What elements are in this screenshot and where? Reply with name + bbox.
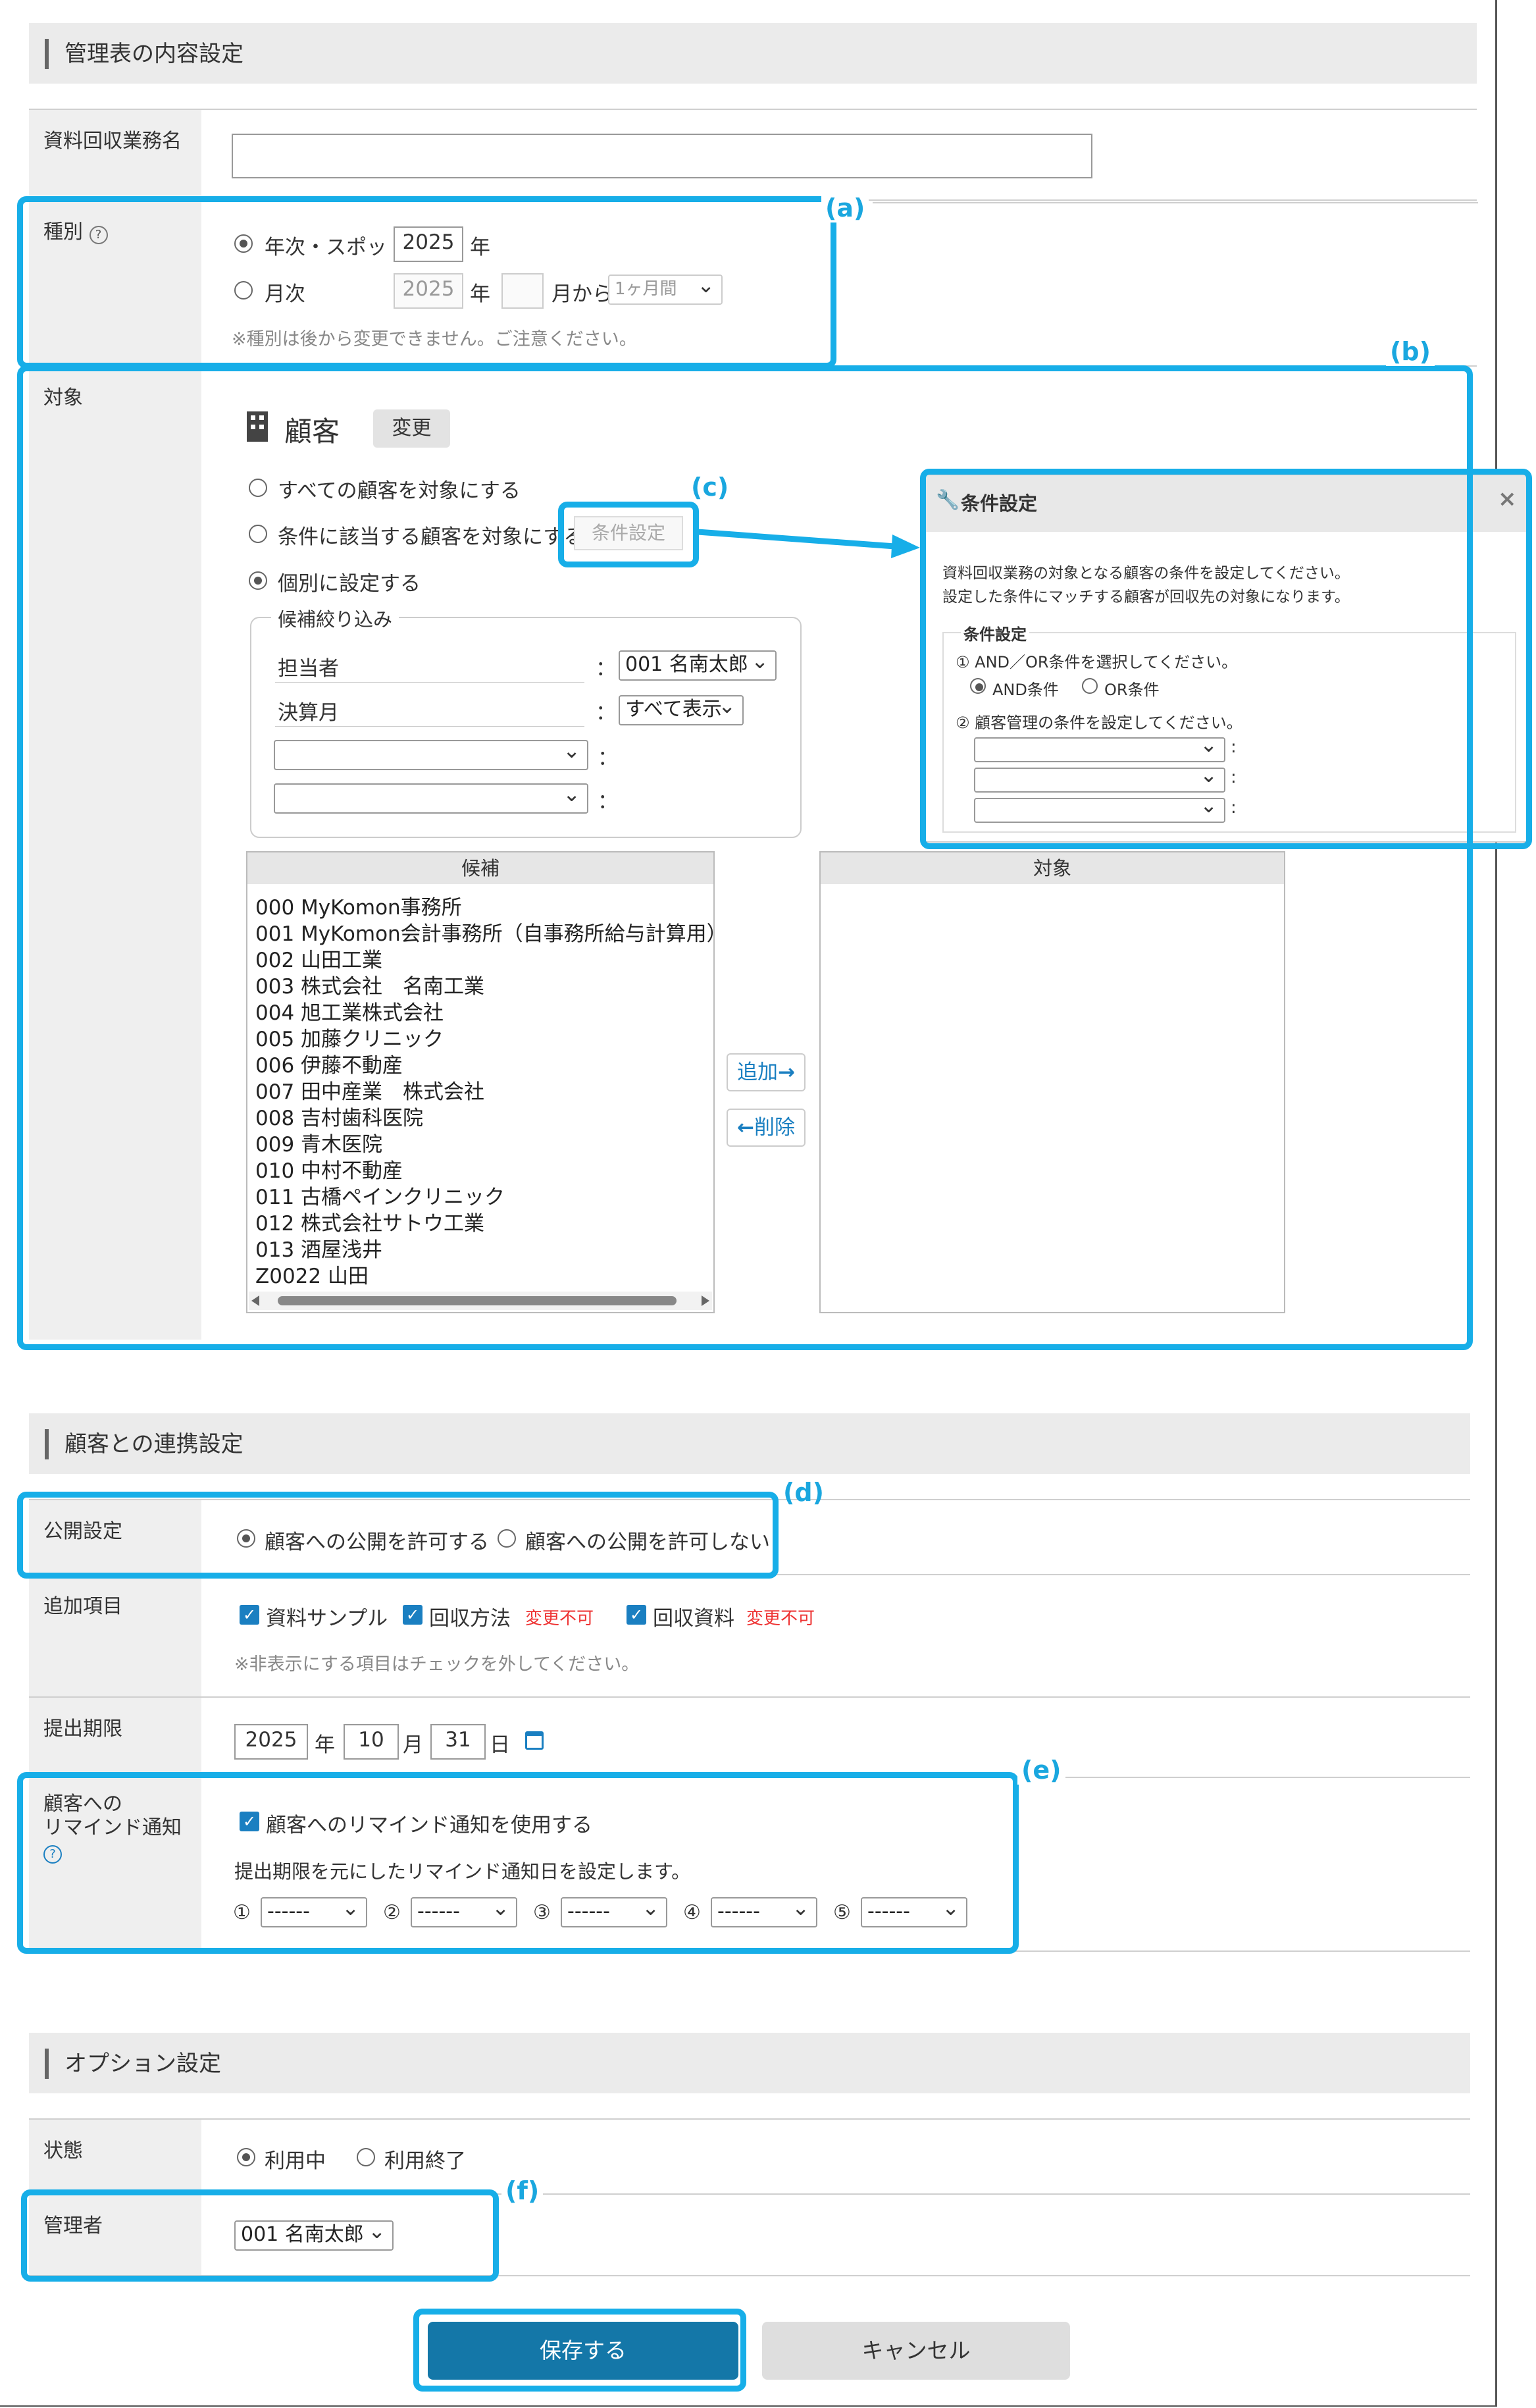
divider [29, 1696, 1470, 1698]
callout-label-f: (f) [501, 2176, 544, 2205]
callout-box-f [21, 2189, 499, 2282]
section-marker [45, 39, 49, 69]
extra-items-label-cell: 追加項目 [29, 1575, 201, 1696]
extra-items-label: 追加項目 [43, 1595, 122, 1618]
callout-label-e: (e) [1017, 1756, 1065, 1785]
extra-docs-checkbox[interactable]: ✓ [627, 1605, 646, 1625]
option-section-header: オプション設定 [29, 2033, 1470, 2093]
extra-method-label: 回収方法 [429, 1607, 511, 1631]
deadline-label: 提出期限 [43, 1717, 122, 1741]
divider [873, 202, 1478, 203]
section-marker [45, 1429, 49, 1459]
callout-box-d [17, 1492, 779, 1579]
status-ended-label: 利用終了 [384, 2149, 466, 2173]
task-name-input[interactable] [232, 134, 1092, 178]
unchangeable-badge: 変更不可 [525, 1609, 594, 1629]
year-unit: 年 [315, 1733, 335, 1757]
callout-box-a [17, 196, 836, 369]
callout-label-a: (a) [821, 194, 869, 222]
task-name-label: 資料回収業務名 [43, 130, 182, 153]
callout-label-c: (c) [691, 473, 729, 502]
section-marker [45, 2049, 49, 2079]
extra-docs-label: 回収資料 [653, 1607, 734, 1631]
section-title: 顧客との連携設定 [64, 1431, 243, 1457]
cancel-button[interactable]: キャンセル [762, 2322, 1070, 2380]
extra-method-checkbox[interactable]: ✓ [403, 1605, 422, 1625]
link-section-header: 顧客との連携設定 [29, 1413, 1470, 1474]
callout-label-d: (d) [783, 1478, 824, 1507]
status-active-label: 利用中 [265, 2149, 326, 2173]
section-title: オプション設定 [64, 2051, 221, 2077]
content-section-header: 管理表の内容設定 [29, 23, 1477, 84]
status-ended-radio[interactable] [357, 2148, 375, 2166]
callout-box-dialog [920, 469, 1532, 849]
status-label-cell: 状態 [29, 2120, 201, 2193]
unchangeable-badge: 変更不可 [746, 1609, 815, 1629]
status-active-radio[interactable] [237, 2148, 255, 2166]
callout-box-c [558, 502, 699, 567]
divider [29, 109, 1477, 110]
deadline-label-cell: 提出期限 [29, 1698, 201, 1777]
task-name-label-cell: 資料回収業務名 [29, 110, 201, 196]
extra-sample-label: 資料サンプル [266, 1607, 388, 1631]
deadline-month-input[interactable]: 10 [344, 1724, 399, 1760]
extra-items-note: ※非表示にする項目はチェックを外してください。 [234, 1654, 640, 1675]
callout-box-save [413, 2309, 746, 2392]
status-label: 状態 [43, 2139, 83, 2162]
deadline-year-input[interactable]: 2025 [234, 1724, 308, 1760]
settings-page: 管理表の内容設定 資料回収業務名 種別 ? 年次・スポット 2025 年 月次 … [0, 0, 1536, 2408]
extra-sample-checkbox[interactable]: ✓ [240, 1605, 259, 1625]
section-title: 管理表の内容設定 [64, 41, 243, 67]
callout-label-b: (b) [1386, 337, 1435, 366]
divider [29, 2118, 1470, 2120]
callout-box-e [17, 1772, 1019, 1954]
month-unit: 月 [403, 1733, 423, 1757]
calendar-icon[interactable] [525, 1731, 544, 1750]
deadline-day-input[interactable]: 31 [430, 1724, 486, 1760]
day-unit: 日 [490, 1733, 510, 1757]
